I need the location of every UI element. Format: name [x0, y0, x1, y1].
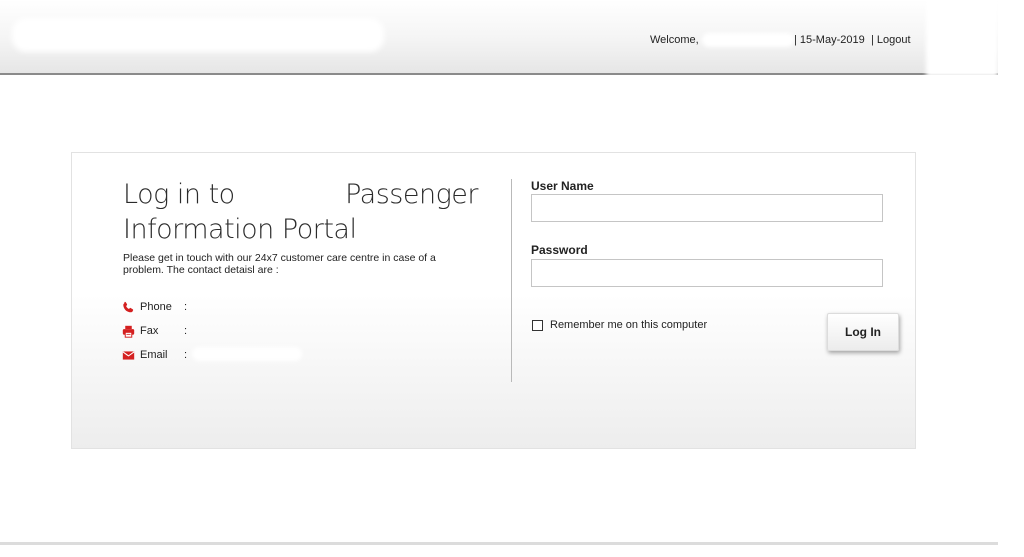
- title-part-1: Log in to: [123, 179, 235, 210]
- fax-separator: :: [184, 325, 188, 337]
- phone-icon: [123, 301, 134, 312]
- footer-divider: [0, 542, 998, 545]
- username-input[interactable]: [531, 194, 883, 222]
- redacted-header-corner: [926, 0, 998, 77]
- contact-description: Please get in touch with our 24x7 custom…: [123, 252, 436, 276]
- printer-icon: [122, 325, 135, 338]
- header-bar: Welcome, | 15-May-2019 | Logout: [0, 0, 998, 77]
- logout-link[interactable]: | Logout: [871, 34, 911, 46]
- contact-fax: Fax :: [122, 324, 187, 338]
- remember-me-label: Remember me on this computer: [550, 319, 708, 331]
- email-separator: :: [184, 349, 188, 361]
- current-date: | 15-May-2019: [794, 34, 865, 46]
- page-title: Log in to Passenger Information Portal: [123, 177, 478, 247]
- contact-email: Email :: [122, 348, 187, 362]
- username-label: User Name: [531, 179, 594, 193]
- password-label: Password: [531, 243, 588, 257]
- remember-me-checkbox[interactable]: [532, 319, 543, 331]
- fax-label: Fax: [140, 325, 159, 337]
- panel-divider: [511, 179, 512, 382]
- phone-label: Phone: [140, 301, 172, 313]
- title-part-3: Information Portal: [123, 214, 357, 245]
- redacted-username: [702, 33, 794, 47]
- login-panel: Log in to Passenger Information Portal P…: [71, 152, 916, 449]
- email-label: Email: [140, 349, 168, 361]
- contact-phone: Phone :: [122, 300, 187, 314]
- password-input[interactable]: [531, 259, 883, 287]
- login-button[interactable]: Log In: [827, 313, 899, 351]
- remember-me-row[interactable]: Remember me on this computer: [532, 319, 707, 331]
- redacted-logo: [12, 18, 384, 52]
- phone-separator: :: [184, 301, 188, 313]
- welcome-text: Welcome,: [650, 34, 699, 46]
- envelope-icon: [122, 350, 135, 360]
- title-part-2: Passenger: [345, 179, 478, 210]
- redacted-email: [192, 347, 302, 361]
